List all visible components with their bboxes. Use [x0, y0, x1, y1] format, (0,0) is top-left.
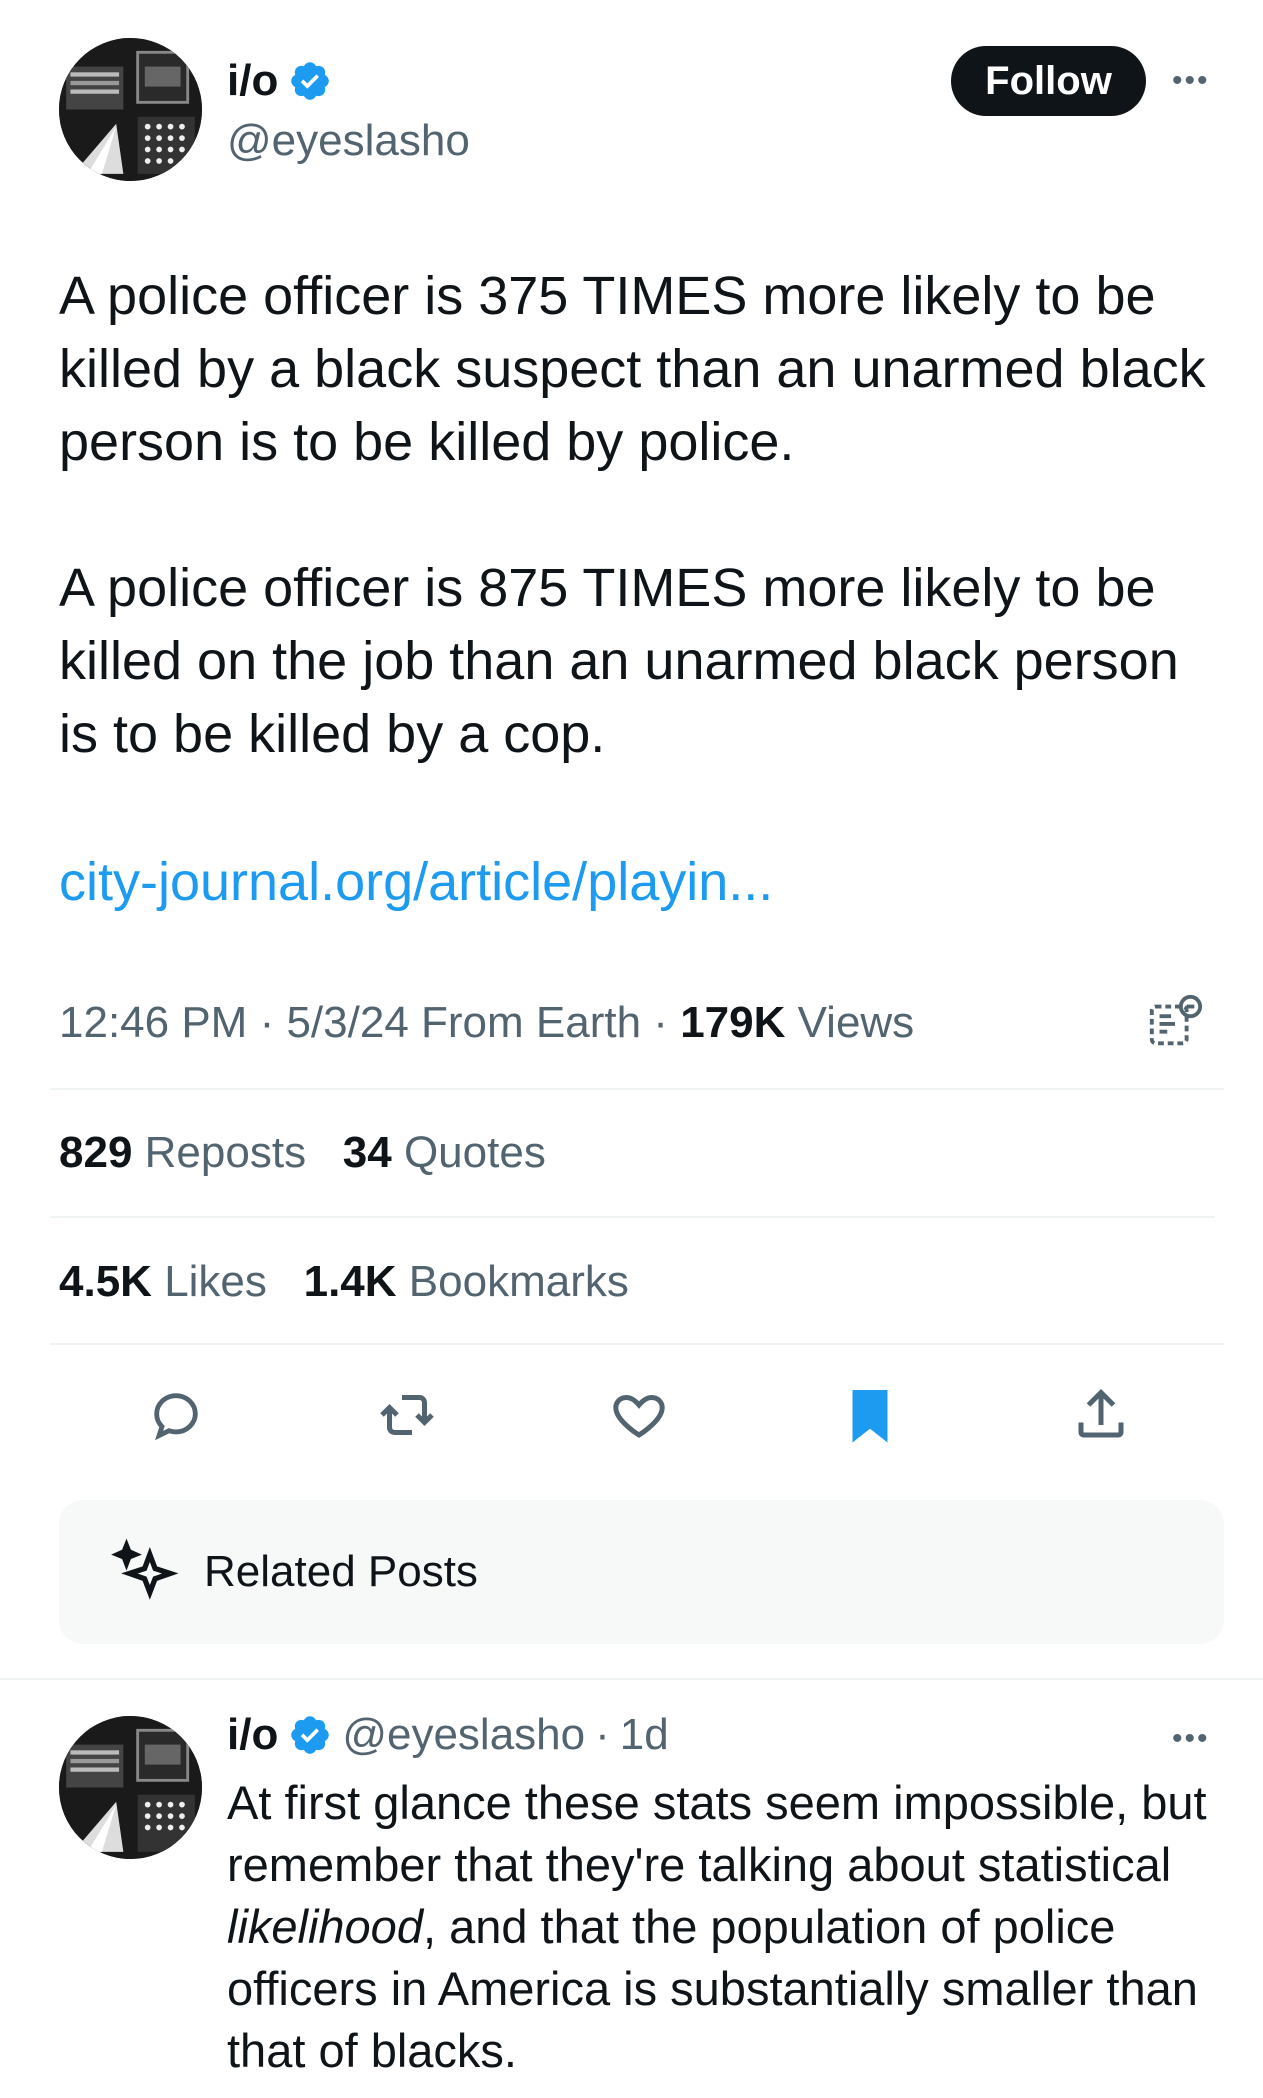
reply-author-handle[interactable]: @eyeslasho — [342, 1710, 585, 1760]
tweet-time[interactable]: 12:46 PM — [59, 998, 247, 1047]
reply-author-name[interactable]: i/o — [227, 1710, 278, 1760]
quotes-count: 34 — [342, 1128, 392, 1177]
tweet-source: From Earth — [421, 998, 642, 1047]
reply-button[interactable] — [141, 1380, 211, 1450]
author-avatar[interactable] — [59, 38, 202, 181]
bookmarks-stat[interactable]: 1.4K Bookmarks — [304, 1257, 629, 1306]
author-name-row[interactable]: i/o — [227, 56, 332, 106]
reply-separator: · — [595, 1710, 610, 1759]
reply-more-options-icon[interactable]: ••• — [1172, 1722, 1210, 1756]
bookmark-button[interactable] — [835, 1380, 905, 1450]
reply-icon — [154, 1393, 198, 1441]
bookmark-icon — [852, 1390, 888, 1443]
tweet-paragraph-1: A police officer is 375 TIMES more likel… — [59, 266, 1221, 472]
related-posts-label: Related Posts — [204, 1547, 478, 1596]
author-handle[interactable]: @eyeslasho — [227, 116, 470, 166]
reposts-count: 829 — [59, 1128, 133, 1177]
sparkle-icon — [109, 1537, 179, 1607]
divider — [50, 1216, 1215, 1218]
reposts-label: Reposts — [144, 1128, 307, 1177]
reposts-stat[interactable]: 829 Reposts — [59, 1128, 306, 1177]
likes-count: 4.5K — [59, 1257, 152, 1306]
avatar-image — [59, 38, 202, 181]
repost-button[interactable] — [372, 1380, 442, 1450]
related-posts-button[interactable]: Related Posts — [59, 1500, 1224, 1644]
likes-bookmarks-row: 4.5K Likes 1.4K Bookmarks — [59, 1257, 629, 1307]
reply-text: At first glance these stats seem impossi… — [227, 1772, 1237, 2082]
likes-label: Likes — [164, 1257, 267, 1306]
quotes-stat[interactable]: 34 Quotes — [343, 1128, 546, 1177]
reply-header: i/o @eyeslasho · 1d — [227, 1710, 669, 1760]
tweet-date[interactable]: 5/3/24 — [286, 998, 408, 1047]
grok-analyze-icon[interactable] — [1146, 993, 1204, 1051]
follow-button[interactable]: Follow — [951, 46, 1146, 116]
article-link[interactable]: city-journal.org/article/playin... — [59, 846, 773, 919]
views-label: Views — [797, 998, 915, 1047]
like-button[interactable] — [604, 1380, 674, 1450]
divider — [50, 1343, 1224, 1345]
views-count: 179K — [680, 998, 786, 1047]
repost-icon — [380, 1395, 434, 1435]
more-options-icon[interactable]: ••• — [1172, 64, 1210, 98]
reply-text-part1: At first glance these stats seem impossi… — [227, 1776, 1220, 1891]
author-name[interactable]: i/o — [227, 56, 278, 106]
likes-stat[interactable]: 4.5K Likes — [59, 1257, 267, 1306]
tweet-paragraph-2: A police officer is 875 TIMES more likel… — [59, 558, 1194, 764]
reply-age[interactable]: 1d — [620, 1710, 669, 1760]
like-icon — [613, 1394, 665, 1438]
quotes-label: Quotes — [403, 1128, 546, 1177]
verified-badge-icon — [288, 59, 332, 103]
verified-badge-icon — [288, 1713, 332, 1757]
reply-author-avatar[interactable] — [59, 1716, 202, 1859]
share-button[interactable] — [1066, 1380, 1136, 1450]
bookmarks-count: 1.4K — [303, 1257, 397, 1306]
bookmarks-label: Bookmarks — [408, 1257, 629, 1306]
divider — [50, 1088, 1224, 1090]
reply-text-italic: likelihood — [227, 1900, 423, 1953]
share-icon — [1078, 1388, 1124, 1438]
avatar-image — [59, 1716, 202, 1859]
reposts-quotes-row: 829 Reposts 34 Quotes — [59, 1128, 546, 1178]
divider — [0, 1678, 1263, 1680]
tweet-meta: 12:46 PM · 5/3/24 From Earth · 179K View… — [59, 998, 915, 1047]
